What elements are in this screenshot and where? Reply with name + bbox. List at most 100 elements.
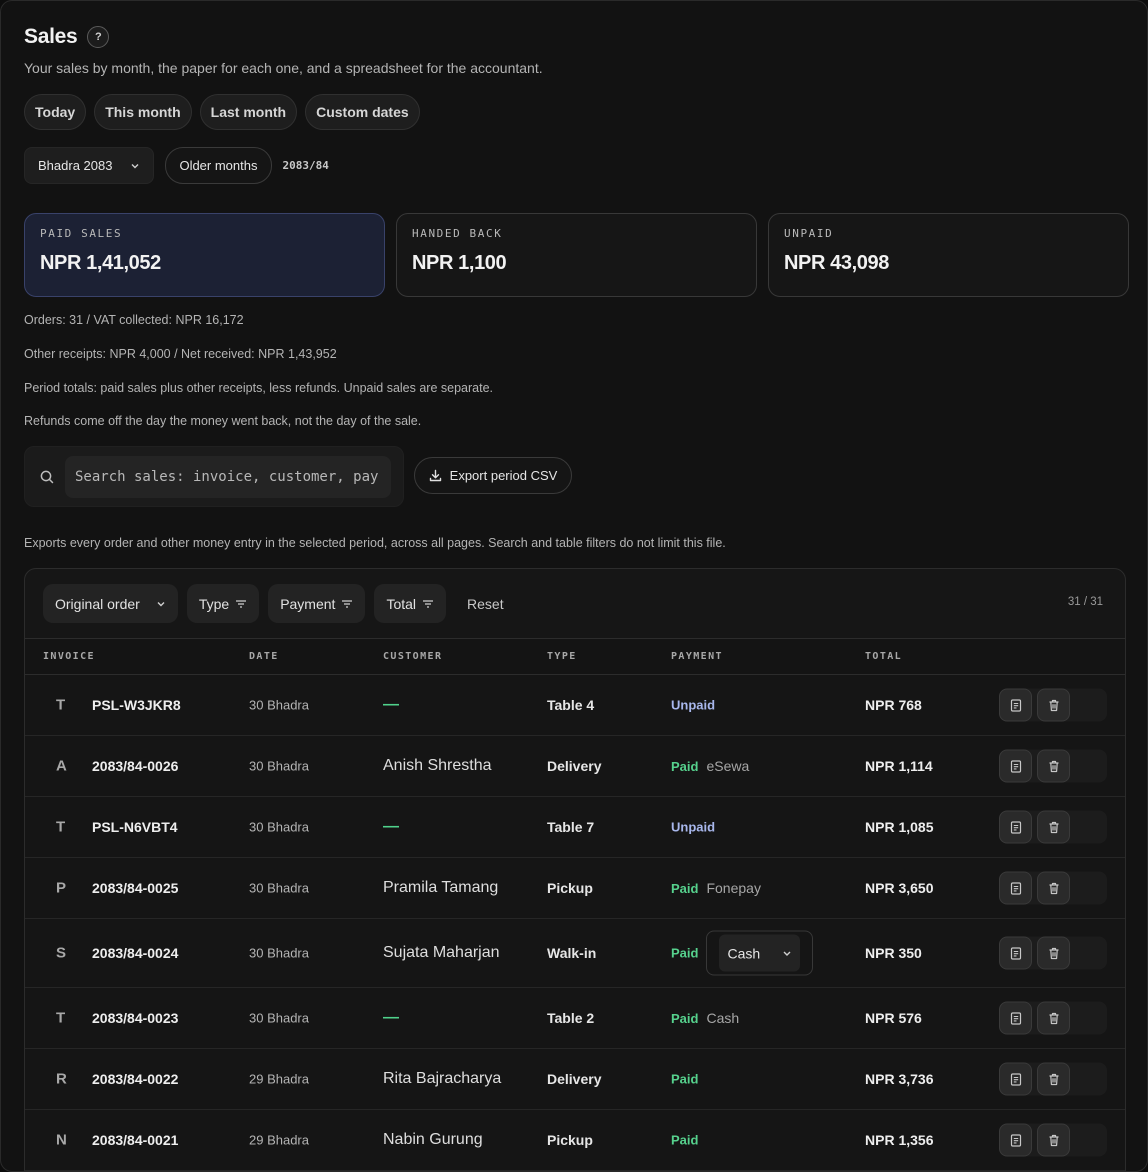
receipt-button[interactable] bbox=[999, 688, 1032, 722]
table-row[interactable]: T PSL-W3JKR8 30 Bhadra — Table 4 Unpaid … bbox=[25, 675, 1125, 736]
delete-button[interactable] bbox=[1037, 936, 1070, 970]
row-initial: N bbox=[56, 1131, 67, 1149]
customer-name: Rita Bajracharya bbox=[383, 1070, 502, 1087]
card-label: UNPAID bbox=[784, 227, 834, 240]
row-initial: T bbox=[56, 696, 66, 714]
delete-button[interactable] bbox=[1037, 749, 1070, 783]
row-actions bbox=[999, 1001, 1107, 1035]
order-date: 30 Bhadra bbox=[249, 697, 309, 713]
row-initial: A bbox=[56, 757, 67, 775]
older-months-button[interactable]: Older months bbox=[165, 147, 272, 184]
range-today-button[interactable]: Today bbox=[24, 94, 87, 130]
table-toolbar: Original order Type Payment Total Reset bbox=[43, 584, 516, 623]
filter-label: Type bbox=[198, 595, 230, 612]
order-total: NPR 576 bbox=[865, 1010, 922, 1026]
sales-table: Original order Type Payment Total Reset … bbox=[24, 568, 1126, 1171]
payment-status: Paid bbox=[671, 758, 699, 774]
table-row[interactable]: T 2083/84-0023 30 Bhadra — Table 2 Paid … bbox=[25, 988, 1125, 1049]
trash-icon bbox=[1049, 1073, 1058, 1085]
reset-filters-button[interactable]: Reset bbox=[455, 584, 516, 623]
payment-method-select[interactable]: Cash bbox=[706, 930, 814, 976]
invoice-number[interactable]: 2083/84-0025 bbox=[92, 880, 178, 896]
invoice-number[interactable]: 2083/84-0024 bbox=[92, 945, 178, 961]
row-initial: T bbox=[56, 1009, 66, 1027]
page-subtitle: Your sales by month, the paper for each … bbox=[24, 60, 543, 76]
row-actions bbox=[999, 1062, 1107, 1096]
quick-range-group: Today This month Last month Custom dates bbox=[24, 94, 420, 130]
column-header-customer[interactable]: CUSTOMER bbox=[383, 651, 442, 662]
customer-name: — bbox=[383, 1009, 399, 1026]
invoice-number[interactable]: 2083/84-0021 bbox=[92, 1132, 178, 1148]
download-icon bbox=[429, 469, 441, 482]
receipt-button[interactable] bbox=[999, 1062, 1032, 1096]
receipt-button[interactable] bbox=[999, 871, 1032, 905]
table-row[interactable]: T PSL-N6VBT4 30 Bhadra — Table 7 Unpaid … bbox=[25, 797, 1125, 858]
paid-sales-card[interactable]: PAID SALES NPR 1,41,052 bbox=[24, 213, 385, 297]
invoice-number[interactable]: 2083/84-0026 bbox=[92, 758, 178, 774]
unpaid-card[interactable]: UNPAID NPR 43,098 bbox=[768, 213, 1129, 297]
help-icon[interactable]: ? bbox=[87, 26, 110, 48]
order-type: Delivery bbox=[547, 758, 602, 774]
search-input[interactable] bbox=[65, 456, 391, 498]
table-row[interactable]: A 2083/84-0026 30 Bhadra Anish Shrestha … bbox=[25, 736, 1125, 797]
filter-label: Total bbox=[386, 595, 417, 612]
receipts-summary: Other receipts: NPR 4,000 / Net received… bbox=[24, 347, 337, 361]
month-select[interactable]: Bhadra 2083 bbox=[24, 147, 155, 184]
range-custom-dates-button[interactable]: Custom dates bbox=[305, 94, 420, 130]
payment-cell: Paid Fonepay bbox=[671, 880, 761, 896]
invoice-number[interactable]: 2083/84-0023 bbox=[92, 1010, 178, 1026]
payment-method-value: Cash bbox=[727, 945, 761, 961]
table-row[interactable]: S 2083/84-0024 30 Bhadra Sujata Maharjan… bbox=[25, 919, 1125, 988]
table-header: INVOICE DATE CUSTOMER TYPE PAYMENT TOTAL bbox=[25, 638, 1125, 675]
total-filter-button[interactable]: Total bbox=[374, 584, 447, 623]
receipt-button[interactable] bbox=[999, 749, 1032, 783]
order-type: Delivery bbox=[547, 1071, 602, 1087]
order-total: NPR 3,650 bbox=[865, 880, 934, 896]
search-icon bbox=[40, 470, 54, 484]
receipt-button[interactable] bbox=[999, 1123, 1032, 1157]
receipt-button[interactable] bbox=[999, 936, 1032, 970]
row-actions bbox=[999, 871, 1107, 905]
payment-status: Paid bbox=[671, 880, 699, 896]
table-row[interactable]: P 2083/84-0025 30 Bhadra Pramila Tamang … bbox=[25, 858, 1125, 919]
invoice-number[interactable]: PSL-W3JKR8 bbox=[92, 697, 181, 713]
delete-button[interactable] bbox=[1037, 1123, 1070, 1157]
payment-status: Paid bbox=[671, 1010, 699, 1026]
payment-cell: Paid bbox=[671, 1133, 698, 1148]
receipt-button[interactable] bbox=[999, 810, 1032, 844]
column-header-total[interactable]: TOTAL bbox=[865, 651, 902, 662]
delete-button[interactable] bbox=[1037, 810, 1070, 844]
column-header-payment[interactable]: PAYMENT bbox=[671, 651, 723, 662]
column-header-invoice[interactable]: INVOICE bbox=[43, 651, 95, 662]
range-last-month-button[interactable]: Last month bbox=[199, 94, 298, 130]
table-row[interactable]: N 2083/84-0021 29 Bhadra Nabin Gurung Pi… bbox=[25, 1110, 1125, 1171]
sort-select[interactable]: Original order bbox=[43, 584, 178, 623]
order-total: NPR 1,114 bbox=[865, 758, 933, 774]
column-header-type[interactable]: TYPE bbox=[547, 651, 577, 662]
chevron-down-icon bbox=[157, 601, 165, 606]
range-this-month-button[interactable]: This month bbox=[94, 94, 192, 130]
order-type: Walk-in bbox=[547, 945, 597, 961]
fiscal-year-label: 2083/84 bbox=[282, 159, 329, 172]
payment-method: Fonepay bbox=[706, 880, 761, 896]
delete-button[interactable] bbox=[1037, 1001, 1070, 1035]
handed-back-card[interactable]: HANDED BACK NPR 1,100 bbox=[396, 213, 757, 297]
delete-button[interactable] bbox=[1037, 1062, 1070, 1096]
order-total: NPR 1,085 bbox=[865, 819, 934, 835]
export-csv-button[interactable]: Export period CSV bbox=[414, 457, 572, 494]
order-type: Pickup bbox=[547, 880, 593, 896]
payment-filter-button[interactable]: Payment bbox=[268, 584, 366, 623]
payment-cell: Paid bbox=[671, 1072, 698, 1087]
type-filter-button[interactable]: Type bbox=[186, 584, 260, 623]
delete-button[interactable] bbox=[1037, 871, 1070, 905]
payment-method-select-inner: Cash bbox=[719, 934, 801, 972]
trash-icon bbox=[1049, 947, 1058, 959]
column-header-date[interactable]: DATE bbox=[249, 651, 279, 662]
delete-button[interactable] bbox=[1037, 688, 1070, 722]
order-total: NPR 3,736 bbox=[865, 1071, 934, 1087]
invoice-number[interactable]: PSL-N6VBT4 bbox=[92, 819, 178, 835]
row-initial: T bbox=[56, 818, 66, 836]
receipt-button[interactable] bbox=[999, 1001, 1032, 1035]
table-row[interactable]: R 2083/84-0022 29 Bhadra Rita Bajrachary… bbox=[25, 1049, 1125, 1110]
invoice-number[interactable]: 2083/84-0022 bbox=[92, 1071, 178, 1087]
